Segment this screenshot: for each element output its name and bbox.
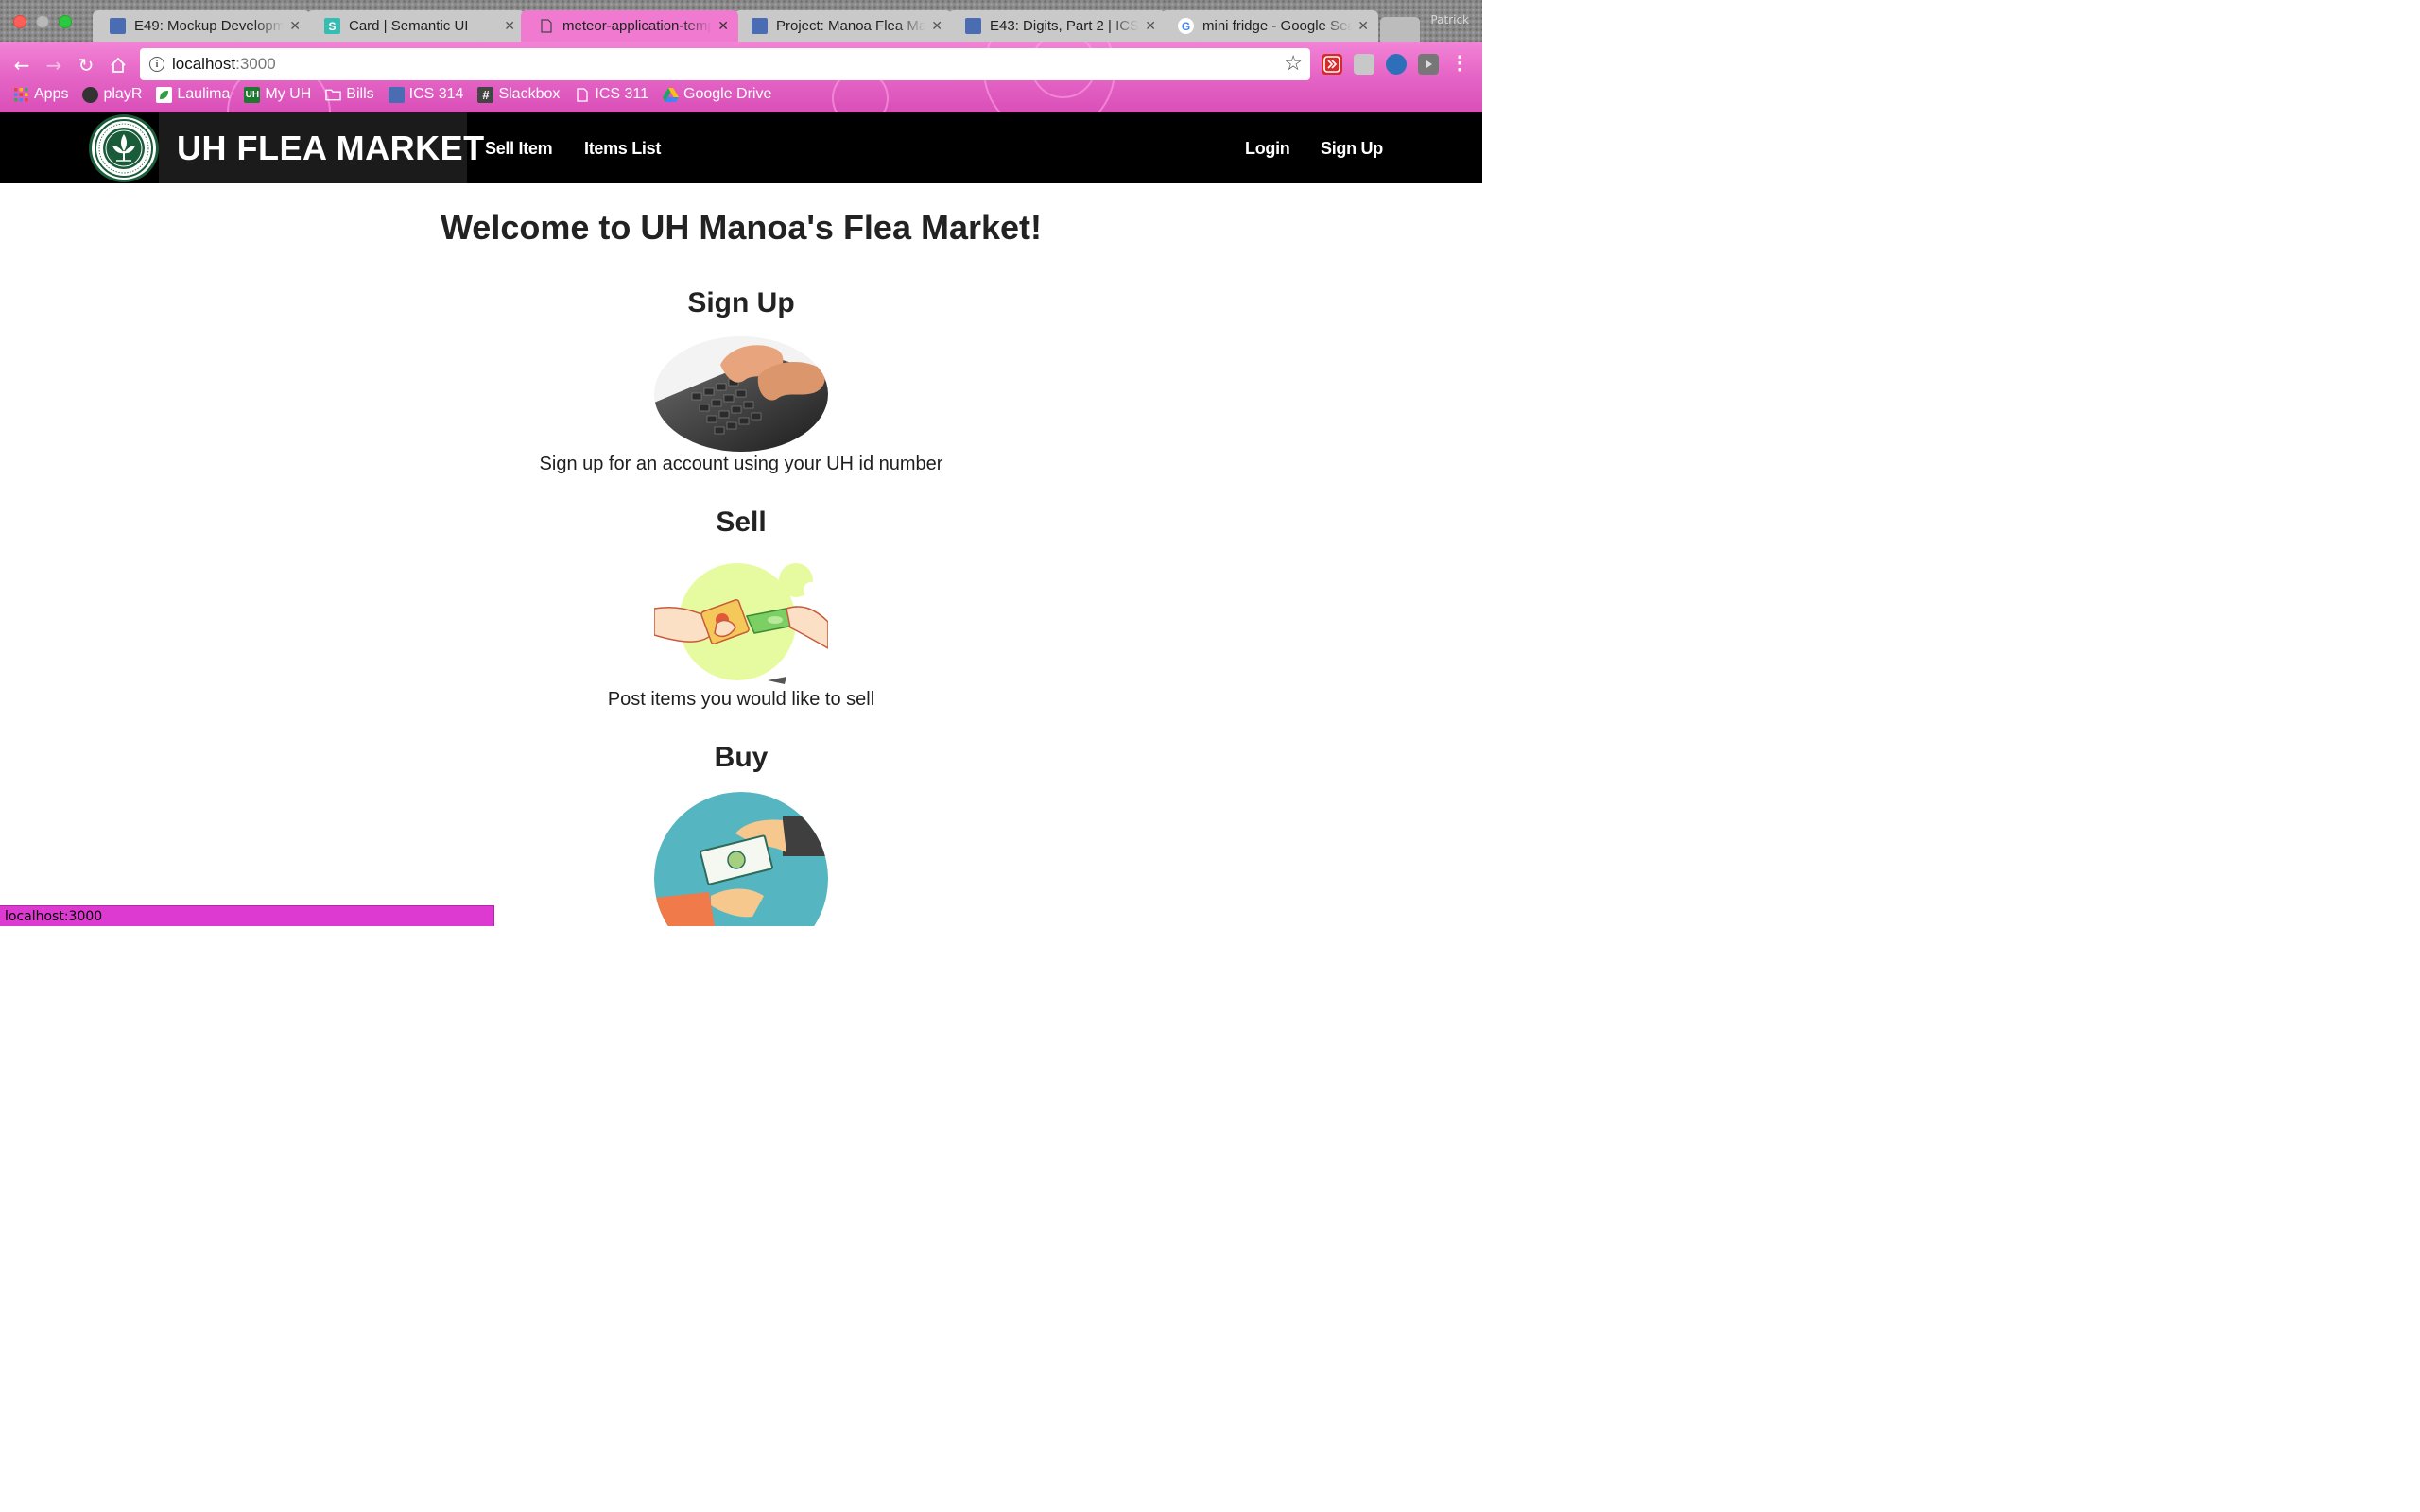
document-icon [538,18,554,34]
tab-title: meteor-application-template [562,18,713,34]
page-icon [388,86,405,103]
nav-login[interactable]: Login [1245,139,1290,159]
uh-icon: UH [244,86,261,103]
close-icon[interactable]: ✕ [717,18,729,34]
menu-icon[interactable]: ⋮ [1450,51,1469,75]
bookmark-label: Bills [346,86,374,102]
info-icon[interactable]: i [149,57,164,72]
leaf-icon [156,86,173,103]
bookmark-label: ICS 314 [408,86,464,102]
uh-seal-logo[interactable] [89,114,159,182]
browser-tab[interactable]: E43: Digits, Part 2 | ICS 314 ✕ [948,10,1166,42]
page-icon [752,18,768,34]
bookmark-label: Slackbox [498,86,561,102]
tab-strip: E49: Mockup Development ✕ S Card | Seman… [0,0,1482,42]
nav-sell-item[interactable]: Sell Item [485,139,553,159]
star-icon[interactable]: ☆ [1284,51,1303,76]
bookmark-google-drive[interactable]: Google Drive [663,86,771,103]
money-handoff-image [654,792,828,926]
hashtag-icon: # [477,86,494,103]
page-icon [965,18,981,34]
maximize-window-button[interactable] [59,15,72,28]
nav-sign-up[interactable]: Sign Up [1321,139,1383,159]
extension-icon[interactable] [1322,54,1342,75]
close-icon[interactable]: ✕ [289,18,301,34]
close-icon[interactable]: ✕ [931,18,942,34]
bookmark-slackbox[interactable]: # Slackbox [477,86,560,103]
tab-title: E43: Digits, Part 2 | ICS 314 [990,18,1140,34]
section-text-sell: Post items you would like to sell [607,689,875,710]
tab-title: mini fridge - Google Search [1202,18,1353,34]
bookmark-label: Laulima [177,86,231,102]
close-icon[interactable]: ✕ [1145,18,1156,34]
browser-tab[interactable]: Project: Manoa Flea Market ✕ [735,10,952,42]
site-navbar: UH FLEA MARKET Sell Item Items List Logi… [0,112,1482,183]
apps-grid-icon [13,87,29,103]
section-heading-sell: Sell [716,507,767,538]
bookmark-laulima[interactable]: Laulima [156,86,230,103]
bookmark-ics-311[interactable]: ICS 311 [574,86,648,103]
back-arrow-icon[interactable]: ← [9,53,34,77]
bookmark-bills[interactable]: Bills [325,86,374,103]
playr-icon [82,86,99,103]
keyboard-typing-image [654,336,828,452]
minimize-window-button[interactable] [36,15,49,28]
close-icon[interactable]: ✕ [504,18,515,34]
browser-tab-active[interactable]: meteor-application-template ✕ [521,10,738,42]
youtube-icon[interactable] [1418,54,1439,75]
bookmark-label: Apps [34,86,69,102]
folder-icon [325,87,342,103]
bookmark-apps[interactable]: Apps [13,86,68,103]
exchange-hands-image [654,561,828,684]
tab-title: Card | Semantic UI [349,18,469,34]
google-icon: G [1178,18,1194,34]
reload-icon[interactable]: ↻ [74,53,98,77]
close-window-button[interactable] [13,15,26,28]
bookmark-ics-314[interactable]: ICS 314 [388,86,464,103]
browser-tab[interactable]: G mini fridge - Google Search ✕ [1161,10,1378,42]
bookmark-label: Google Drive [683,86,772,102]
brand-title[interactable]: UH FLEA MARKET [177,129,485,168]
section-heading-buy: Buy [714,742,769,773]
address-host: localhost [172,55,236,73]
google-drive-icon [663,87,679,103]
tab-title: E49: Mockup Development [134,18,285,34]
profile-name[interactable]: Patrick [1430,13,1469,26]
browser-toolbar: ← → ↻ i localhost:3000 ☆ ⋮ Apps playR L… [0,42,1482,112]
bookmark-label: playR [103,86,143,102]
bookmark-playr[interactable]: playR [82,86,142,103]
status-bar-url: localhost:3000 [0,905,494,926]
home-icon[interactable] [106,53,130,77]
forward-arrow-icon[interactable]: → [42,53,66,77]
browser-tab[interactable]: E49: Mockup Development ✕ [93,10,310,42]
section-text-sign-up: Sign up for an account using your UH id … [539,454,943,474]
bookmark-my-uh[interactable]: UH My UH [244,86,311,103]
close-icon[interactable]: ✕ [1357,18,1369,34]
document-icon [574,87,590,103]
tab-title: Project: Manoa Flea Market [776,18,926,34]
page-icon [110,18,126,34]
bookmarks-bar: Apps playR Laulima UH My UH Bills ICS 31… [13,84,786,105]
nav-items-list[interactable]: Items List [584,139,661,159]
bookmark-label: My UH [265,86,312,102]
page-title: Welcome to UH Manoa's Flea Market! [440,208,1043,247]
bookmark-label: ICS 311 [595,86,648,102]
address-port: :3000 [235,55,276,73]
address-bar[interactable]: i localhost:3000 ☆ [140,48,1310,80]
browser-tab[interactable]: S Card | Semantic UI ✕ [307,10,525,42]
extension-icon[interactable] [1354,54,1374,75]
extension-icon[interactable] [1386,54,1407,75]
semantic-ui-icon: S [324,18,340,34]
section-heading-sign-up: Sign Up [687,287,795,318]
new-tab-button[interactable] [1380,17,1420,42]
